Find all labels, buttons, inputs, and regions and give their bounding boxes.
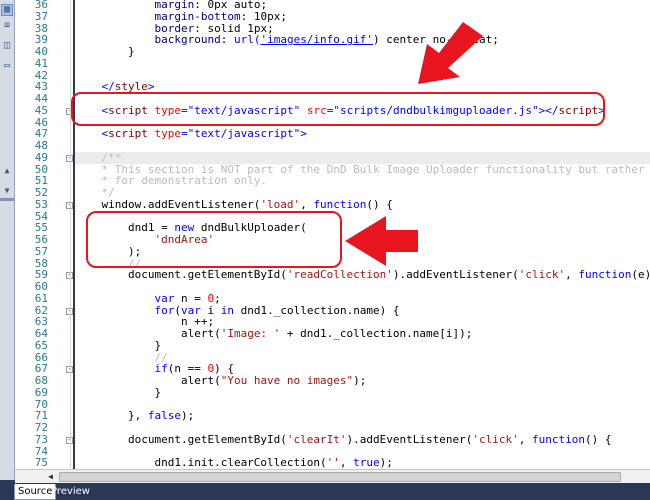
code-line: document.getElementById('clearIt').addEv…	[75, 432, 612, 446]
line-number-gutter: 36373839404142434445-46474849-50515253-5…	[15, 0, 73, 469]
code-token: dnd1._collection.name) {	[233, 303, 400, 317]
line-number: 72	[34, 421, 48, 434]
code-token: "You have no images"	[220, 374, 354, 387]
code-token: 'images/info.gif'	[260, 33, 374, 47]
code-token: function	[313, 197, 367, 211]
code-token: document.getElementById(	[75, 432, 287, 446]
code-token: =	[181, 127, 188, 141]
code-token: () {	[366, 197, 393, 211]
code-token: );	[379, 456, 393, 469]
code-token: ,	[518, 432, 532, 446]
line-number: 52	[34, 186, 48, 199]
side-toolbar: ▦ ≡ ◫ ▭ ▲ ▼	[0, 0, 15, 480]
code-token: }	[75, 385, 162, 399]
view-tabs-bar: Source Preview	[0, 483, 650, 500]
code-token: ,	[339, 456, 354, 469]
line-number: 53	[34, 197, 48, 211]
code-token: );	[353, 374, 367, 387]
code-token: );	[180, 409, 195, 423]
code-token: dnd1.init.clearCollection(	[75, 456, 327, 469]
line-number: 68	[34, 374, 48, 387]
code-token: function	[531, 432, 585, 446]
code-token: (e) {	[631, 268, 650, 282]
code-token: },	[75, 409, 148, 423]
design-icon[interactable]: ▦	[1, 4, 13, 16]
monitor-icon[interactable]: ▭	[1, 60, 13, 72]
code-line: }, false);	[75, 410, 194, 422]
code-token: in	[220, 303, 234, 317]
line-number: 40	[34, 45, 48, 58]
tab-preview[interactable]: Preview	[48, 484, 93, 499]
code-token: ).addEventListener(	[346, 432, 473, 446]
line-number: 60	[34, 280, 48, 293]
scrollbar-thumb[interactable]	[59, 472, 621, 482]
code-token: () {	[584, 432, 612, 446]
code-icon[interactable]: ≡	[1, 20, 13, 32]
line-number: 41	[34, 56, 48, 70]
code-token: }	[75, 45, 135, 58]
code-line: }	[75, 46, 135, 58]
line-number: 61	[34, 291, 48, 305]
line-number: 49	[34, 150, 48, 164]
code-token: ).addEventListener(	[392, 268, 519, 282]
code-token: 'clearIt'	[286, 432, 347, 446]
code-token: + dnd1._collection.name[i]);	[280, 327, 473, 340]
code-token: 'Image: '	[220, 327, 281, 340]
code-line: }	[75, 385, 162, 399]
pane-divider[interactable]	[0, 198, 14, 201]
annotation-box-script-tag	[71, 92, 605, 126]
code-token: type	[154, 127, 182, 141]
line-number: 44	[34, 92, 48, 105]
margin-line	[70, 0, 71, 469]
line-number: 73	[34, 432, 48, 446]
code-token: 'readCollection'	[286, 268, 393, 282]
code-token: :	[220, 33, 234, 47]
code-token: function	[578, 268, 632, 282]
code-token: window.addEventListener(	[75, 197, 261, 211]
line-number: 75	[34, 456, 48, 469]
code-token: 'click'	[472, 432, 519, 446]
code-line: document.getElementById('readCollection'…	[75, 269, 650, 281]
code-token: ,	[300, 197, 314, 211]
horizontal-scrollbar[interactable]: ◀	[15, 469, 650, 483]
code-token: 'load'	[260, 197, 301, 211]
code-token: true	[353, 456, 380, 469]
code-token: ,	[565, 268, 579, 282]
line-number: 37	[34, 9, 48, 23]
code-token: >	[300, 127, 307, 141]
line-number: 69	[34, 385, 48, 399]
line-number: 64	[34, 327, 48, 340]
code-line: <script type="text/javascript">	[75, 128, 307, 140]
scroll-down-icon[interactable]: ▼	[1, 186, 13, 195]
code-line: background: url('images/info.gif') cente…	[75, 33, 499, 47]
line-number: 65	[34, 338, 48, 352]
line-number: 56	[34, 233, 48, 246]
code-token: 'click'	[518, 268, 566, 282]
scroll-left-icon[interactable]: ◀	[45, 471, 56, 482]
line-number: 57	[34, 244, 48, 258]
code-token: ) center no-repeat;	[373, 33, 499, 47]
code-token: script	[108, 127, 148, 141]
annotation-box-constructor	[86, 211, 342, 268]
code-token: url(	[233, 33, 261, 47]
code-token: ''	[326, 456, 340, 469]
scroll-up-icon[interactable]: ▲	[1, 166, 13, 175]
code-token: "text/javascript"	[187, 127, 301, 141]
line-number: 48	[34, 139, 48, 152]
code-token: false	[147, 409, 181, 423]
code-line: window.addEventListener('load', function…	[75, 197, 393, 211]
code-token: document.getElementById(	[75, 268, 287, 282]
code-line: dnd1.init.clearCollection('', true);	[75, 456, 393, 469]
split-icon[interactable]: ◫	[1, 40, 13, 52]
line-number: 45	[34, 103, 48, 117]
